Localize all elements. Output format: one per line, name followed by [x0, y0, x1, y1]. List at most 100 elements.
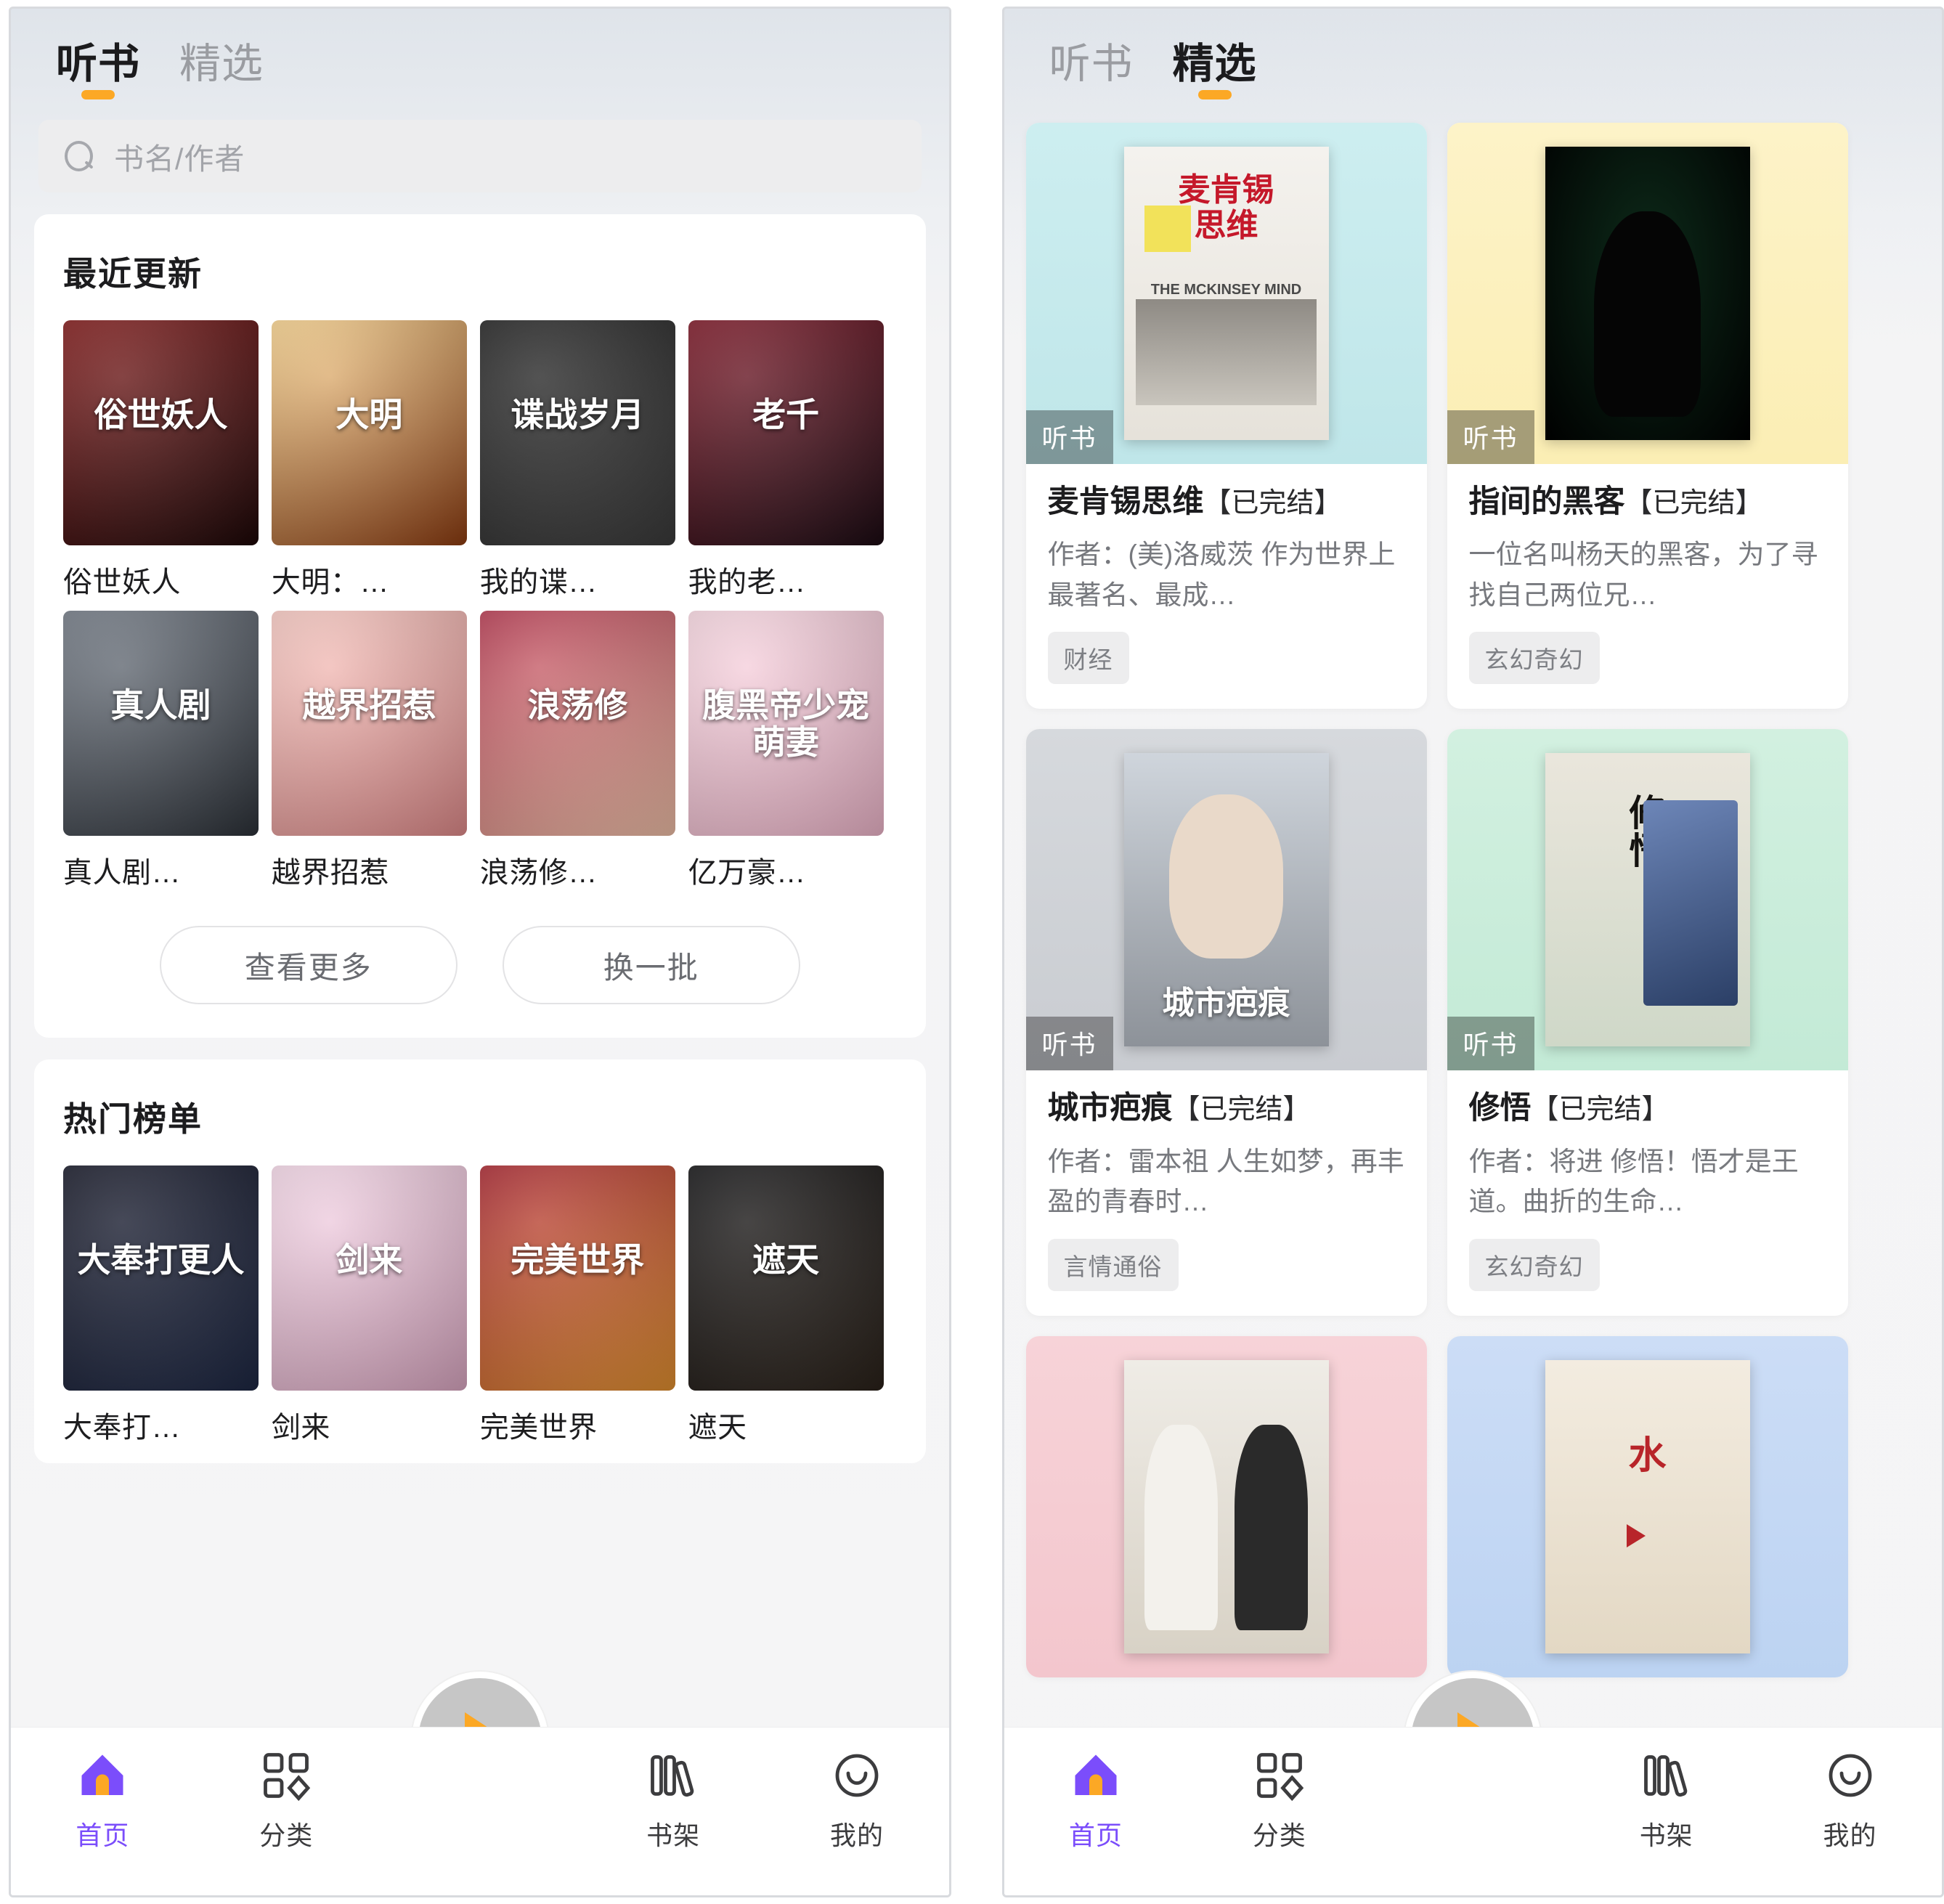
- book-cell[interactable]: 大奉打更人 大奉打…: [63, 1165, 272, 1446]
- completed-status: 【已完结】: [1172, 1094, 1311, 1126]
- book-title: 完美世界: [479, 1412, 598, 1444]
- book-title: 亿万豪…: [688, 857, 806, 889]
- book-cover[interactable]: 遮天: [688, 1165, 884, 1391]
- bookshelf-icon: [647, 1749, 699, 1802]
- featured-card-artwork[interactable]: 城市疤痕 听书: [1025, 729, 1427, 1071]
- book-cell[interactable]: 腹黑帝少宠萌妻亿万豪…: [688, 611, 897, 891]
- featured-card-title: 指间的黑客【已完结】: [1468, 484, 1763, 519]
- book-cover[interactable]: 完美世界: [479, 1165, 675, 1391]
- book-cover-text: 越界招惹: [302, 686, 436, 725]
- featured-card-artwork[interactable]: 麦肯锡 思维 THE MCKINSEY MIND 听书: [1025, 123, 1427, 464]
- search-area: 书名/作者: [11, 104, 949, 192]
- tab-jingxuan-label: 精选: [179, 41, 264, 87]
- nav-item-bookshelf[interactable]: 书架: [1574, 1749, 1758, 1852]
- tab-tingshu[interactable]: 听书: [1049, 44, 1134, 104]
- featured-book-card[interactable]: 水: [1447, 1335, 1848, 1677]
- category-tag[interactable]: 玄幻奇幻: [1468, 632, 1600, 685]
- featured-book-card[interactable]: [1025, 1335, 1427, 1677]
- book-title: 越界招惹: [271, 857, 389, 889]
- book-cover[interactable]: 大明: [271, 320, 467, 545]
- tab-tingshu[interactable]: 听书: [56, 44, 140, 104]
- nav-item-category[interactable]: 分类: [195, 1749, 378, 1852]
- tab-tingshu-label: 听书: [56, 41, 140, 87]
- book-cell[interactable]: 剑来 剑来: [271, 1165, 480, 1446]
- book-cover[interactable]: 剑来: [271, 1165, 467, 1391]
- book-cover-text: 浪荡修: [527, 686, 628, 725]
- featured-grid: 麦肯锡 思维 THE MCKINSEY MIND 听书 麦肯锡思维【已完结】 作者：(美)…: [1025, 123, 1921, 1677]
- search-placeholder: 书名/作者: [114, 142, 245, 176]
- nav-item-profile[interactable]: 我的: [1758, 1749, 1942, 1852]
- phone-screen-featured: 听书 精选 麦肯锡 思维 THE MCKINSEY MIND 听书 麦肯锡思维【已完结】…: [1001, 7, 1944, 1897]
- featured-card-description: 一位名叫杨天的黑客，为了寻找自己两位兄…: [1468, 540, 1818, 610]
- featured-book-card[interactable]: 麦肯锡 思维 THE MCKINSEY MIND 听书 麦肯锡思维【已完结】 作者：(美)…: [1025, 123, 1427, 709]
- featured-card-artwork[interactable]: 听书: [1447, 123, 1848, 464]
- featured-card-title: 城市疤痕【已完结】: [1047, 1091, 1311, 1126]
- book-cover[interactable]: 谍战岁月: [479, 320, 675, 545]
- featured-card-artwork[interactable]: 修悟听书: [1447, 729, 1848, 1071]
- tab-jingxuan[interactable]: 精选: [179, 44, 264, 104]
- book-cover[interactable]: 老千: [688, 320, 884, 545]
- book-cover: 水: [1545, 1359, 1750, 1653]
- book-cell[interactable]: 完美世界 完美世界: [479, 1165, 688, 1446]
- tab-active-underline: [1197, 90, 1232, 99]
- category-icon: [260, 1749, 312, 1802]
- featured-card-artwork[interactable]: 水: [1447, 1335, 1848, 1677]
- book-cell[interactable]: 大明 大明：…: [271, 320, 480, 601]
- category-tag[interactable]: 财经: [1047, 632, 1129, 685]
- book-cover[interactable]: 真人剧: [63, 611, 259, 836]
- search-icon: [63, 140, 95, 172]
- category-tag[interactable]: 言情通俗: [1047, 1238, 1179, 1291]
- book-cell[interactable]: 遮天 遮天: [688, 1165, 897, 1446]
- book-cover: [1545, 147, 1750, 440]
- nav-item-label: 首页: [76, 1820, 130, 1850]
- search-input[interactable]: 书名/作者: [38, 120, 922, 192]
- category-icon: [1253, 1749, 1306, 1802]
- book-title: 遮天: [688, 1412, 747, 1444]
- profile-icon: [1824, 1749, 1876, 1802]
- completed-status: 【已完结】: [1203, 488, 1342, 518]
- book-cell[interactable]: 谍战岁月 我的谍…: [479, 320, 688, 601]
- featured-card-body: 麦肯锡思维【已完结】 作者：(美)洛威茨 作为世界上最著名、最成… 财经: [1026, 464, 1427, 709]
- completed-status: 【已完结】: [1624, 488, 1763, 518]
- book-cover-text: 谍战岁月: [511, 396, 645, 434]
- book-cover-text: 大奉打更人: [77, 1241, 245, 1279]
- book-cover-text: 腹黑帝少宠萌妻: [702, 686, 870, 761]
- refresh-batch-button[interactable]: 换一批: [502, 926, 800, 1004]
- audiobook-badge: 听书: [1447, 410, 1534, 464]
- category-tag[interactable]: 玄幻奇幻: [1468, 1238, 1600, 1291]
- book-cell[interactable]: 越界招惹 越界招惹: [271, 611, 480, 891]
- nav-item-category[interactable]: 分类: [1187, 1749, 1371, 1852]
- nav-item-profile[interactable]: 我的: [765, 1749, 949, 1852]
- book-cover-text: 完美世界: [511, 1241, 645, 1279]
- book-cover[interactable]: 越界招惹: [271, 611, 467, 836]
- book-grid-recent: 俗世妖人 俗世妖人 大明 大明：… 谍战岁月 我的谍… 老千 我的老… 真人剧 真人剧… 越界招惹越…: [63, 320, 897, 901]
- featured-card-description: 作者：将进 修悟！悟才是王道。曲折的生命…: [1468, 1146, 1799, 1217]
- tab-jingxuan[interactable]: 精选: [1173, 44, 1257, 104]
- book-title: 真人剧…: [63, 857, 181, 889]
- book-cell[interactable]: 浪荡修 浪荡修…: [479, 611, 688, 891]
- book-grid-hot: 大奉打更人 大奉打… 剑来 剑来 完美世界 完美世界 遮天 遮天: [63, 1165, 897, 1456]
- top-tabbar-right: 听书 精选: [1004, 9, 1943, 104]
- featured-book-card[interactable]: 修悟听书修悟【已完结】作者：将进 修悟！悟才是王道。曲折的生命… 玄幻奇幻: [1447, 729, 1848, 1316]
- book-cover[interactable]: 大奉打更人: [63, 1165, 259, 1391]
- view-more-button[interactable]: 查看更多: [159, 926, 457, 1004]
- book-cover[interactable]: 俗世妖人: [63, 320, 259, 545]
- book-cover-text: 老千: [752, 396, 820, 434]
- book-cell[interactable]: 老千 我的老…: [688, 320, 897, 601]
- section-recent-updates: 最近更新 俗世妖人 俗世妖人 大明 大明：… 谍战岁月 我的谍… 老千 我的老… 真人剧 真人剧……: [34, 214, 926, 1038]
- nav-item-label: 我的: [1823, 1820, 1877, 1850]
- nav-item-bookshelf[interactable]: 书架: [582, 1749, 765, 1852]
- book-cell[interactable]: 俗世妖人 俗世妖人: [63, 320, 272, 601]
- featured-card-body: 修悟【已完结】 作者：将进 修悟！悟才是王道。曲折的生命… 玄幻奇幻: [1447, 1070, 1848, 1315]
- nav-item-home[interactable]: 首页: [11, 1749, 195, 1852]
- book-cover[interactable]: 腹黑帝少宠萌妻: [688, 611, 884, 836]
- nav-item-home[interactable]: 首页: [1004, 1749, 1188, 1852]
- book-cover-text: 剑来: [335, 1241, 403, 1279]
- book-cell[interactable]: 真人剧真人剧…: [63, 611, 272, 891]
- book-cover[interactable]: 浪荡修: [479, 611, 675, 836]
- featured-card-description: 作者：雷本祖 人生如梦，再丰盈的青春时…: [1047, 1146, 1404, 1217]
- featured-card-artwork[interactable]: [1025, 1335, 1427, 1677]
- featured-book-card[interactable]: 城市疤痕 听书城市疤痕【已完结】作者：雷本祖 人生如梦，再丰盈的青春时… 言情通俗: [1025, 729, 1427, 1316]
- top-tabbar-left: 听书 精选: [11, 9, 949, 104]
- featured-book-card[interactable]: 听书指间的黑客【已完结】一位名叫杨天的黑客，为了寻找自己两位兄… 玄幻奇幻: [1447, 123, 1848, 709]
